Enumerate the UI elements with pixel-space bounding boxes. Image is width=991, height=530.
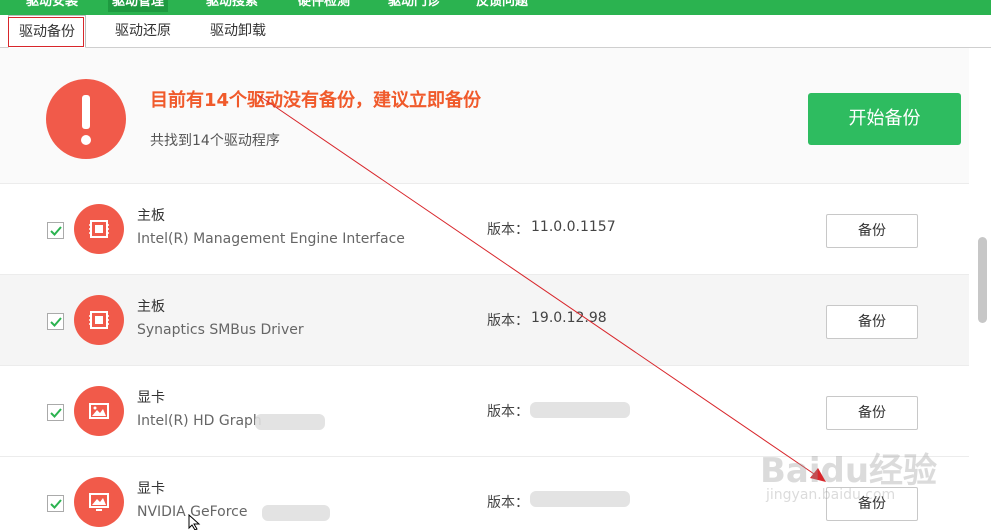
- version-label: 版本：: [487, 404, 529, 420]
- warning-icon: [46, 79, 126, 159]
- subtab-driver-uninstall[interactable]: 驱动卸载: [200, 15, 276, 47]
- alert-subtitle: 共找到14个驱动程序: [150, 133, 280, 149]
- tab-hardware-detect[interactable]: 硬件检测: [294, 0, 354, 12]
- blurred-redaction: [530, 491, 630, 507]
- motherboard-icon: [74, 295, 124, 345]
- version-value: 19.0.12.98: [531, 310, 607, 326]
- version-label: 版本：: [487, 495, 529, 511]
- start-backup-button[interactable]: 开始备份: [808, 93, 961, 145]
- blurred-redaction: [262, 505, 330, 521]
- driver-category: 主板: [137, 208, 165, 224]
- display-card-icon: [74, 477, 124, 527]
- backup-button[interactable]: 备份: [826, 214, 918, 248]
- watermark-url: jingyan.baidu.com: [766, 487, 896, 503]
- driver-row: 主板 Synaptics SMBus Driver 版本： 19.0.12.98…: [0, 275, 969, 366]
- sub-nav: 驱动备份 驱动还原 驱动卸载: [0, 15, 991, 48]
- tab-driver-search[interactable]: 驱动搜索: [202, 0, 262, 12]
- alert-title: 目前有14个驱动没有备份，建议立即备份: [150, 90, 482, 111]
- scrollbar-thumb[interactable]: [978, 237, 987, 323]
- tab-feedback[interactable]: 反馈问题: [472, 0, 532, 12]
- watermark-logo: Baidu经验: [760, 451, 938, 491]
- version-label: 版本：: [487, 313, 529, 329]
- backup-button[interactable]: 备份: [826, 305, 918, 339]
- subtab-driver-restore[interactable]: 驱动还原: [105, 15, 181, 47]
- driver-checkbox[interactable]: [47, 222, 64, 239]
- annotation-highlight-box: [8, 17, 84, 47]
- tab-driver-install[interactable]: 驱动安装: [22, 0, 82, 12]
- tab-driver-clinic[interactable]: 驱动门诊: [384, 0, 444, 12]
- top-nav: 驱动安装 驱动管理 驱动搜索 硬件检测 驱动门诊 反馈问题: [0, 0, 991, 15]
- driver-checkbox[interactable]: [47, 495, 64, 512]
- mouse-cursor-icon: [188, 514, 201, 530]
- driver-name: Intel(R) HD Graph: [137, 413, 262, 429]
- display-card-icon: [74, 386, 124, 436]
- version-value: 11.0.0.1157: [531, 219, 616, 235]
- driver-name: Synaptics SMBus Driver: [137, 322, 304, 338]
- checkmark-icon: [50, 226, 62, 236]
- driver-category: 主板: [137, 299, 165, 315]
- version-label: 版本：: [487, 222, 529, 238]
- tab-driver-manage[interactable]: 驱动管理: [108, 0, 169, 12]
- blurred-redaction: [255, 414, 325, 430]
- checkmark-icon: [50, 317, 62, 327]
- baidu-watermark: Baidu经验 jingyan.baidu.com: [760, 425, 940, 510]
- backup-summary-panel: 目前有14个驱动没有备份，建议立即备份 共找到14个驱动程序 开始备份: [0, 48, 969, 184]
- driver-checkbox[interactable]: [47, 313, 64, 330]
- driver-category: 显卡: [137, 481, 165, 497]
- driver-row: 主板 Intel(R) Management Engine Interface …: [0, 184, 969, 275]
- driver-checkbox[interactable]: [47, 404, 64, 421]
- motherboard-icon: [74, 204, 124, 254]
- driver-name: Intel(R) Management Engine Interface: [137, 231, 405, 247]
- checkmark-icon: [50, 499, 62, 509]
- checkmark-icon: [50, 408, 62, 418]
- driver-category: 显卡: [137, 390, 165, 406]
- blurred-redaction: [530, 402, 630, 418]
